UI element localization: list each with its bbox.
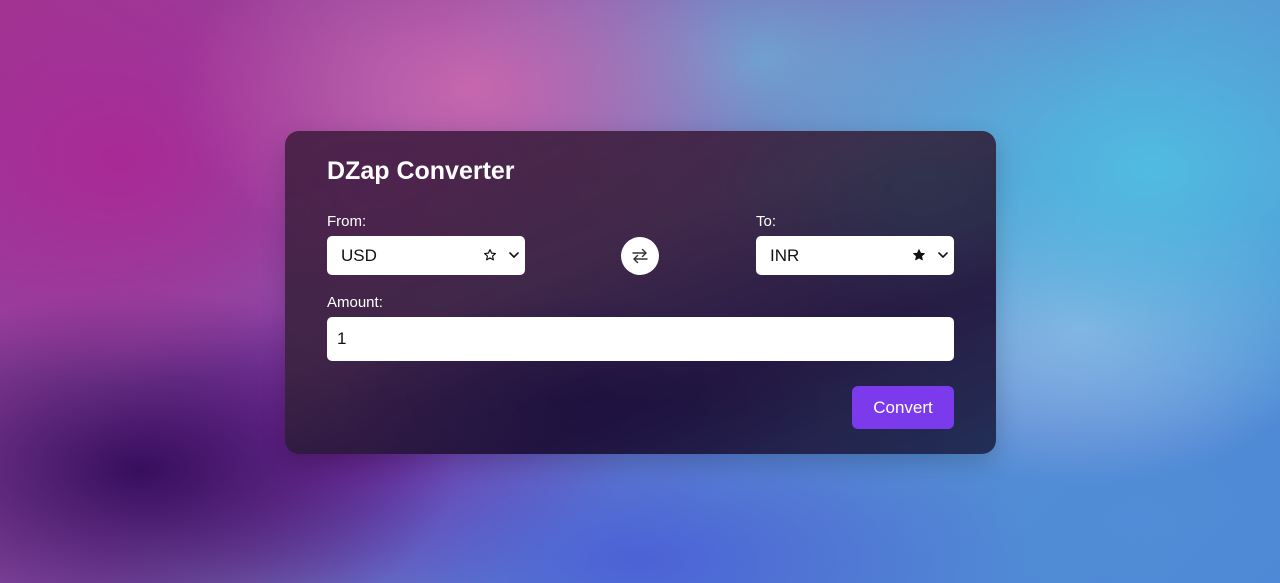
from-currency-select[interactable]: USD: [327, 236, 525, 275]
amount-input[interactable]: [327, 317, 954, 361]
from-currency-value: USD: [341, 246, 377, 265]
swap-arrows-icon: [632, 248, 648, 264]
to-currency-select[interactable]: INR: [756, 236, 954, 275]
star-filled-icon[interactable]: [912, 248, 926, 262]
to-label: To:: [756, 213, 777, 230]
chevron-down-icon: [509, 252, 519, 258]
page-title: DZap Converter: [327, 157, 515, 185]
star-outline-icon[interactable]: [483, 248, 497, 262]
amount-label: Amount:: [327, 294, 383, 311]
background: DZap Converter From: USD To: INR Amount:…: [0, 0, 1280, 583]
chevron-down-icon: [938, 252, 948, 258]
from-label: From:: [327, 213, 367, 230]
convert-button[interactable]: Convert: [852, 386, 954, 429]
converter-card: DZap Converter From: USD To: INR Amount:…: [285, 131, 996, 454]
to-currency-value: INR: [770, 246, 800, 265]
swap-button[interactable]: [621, 237, 659, 275]
